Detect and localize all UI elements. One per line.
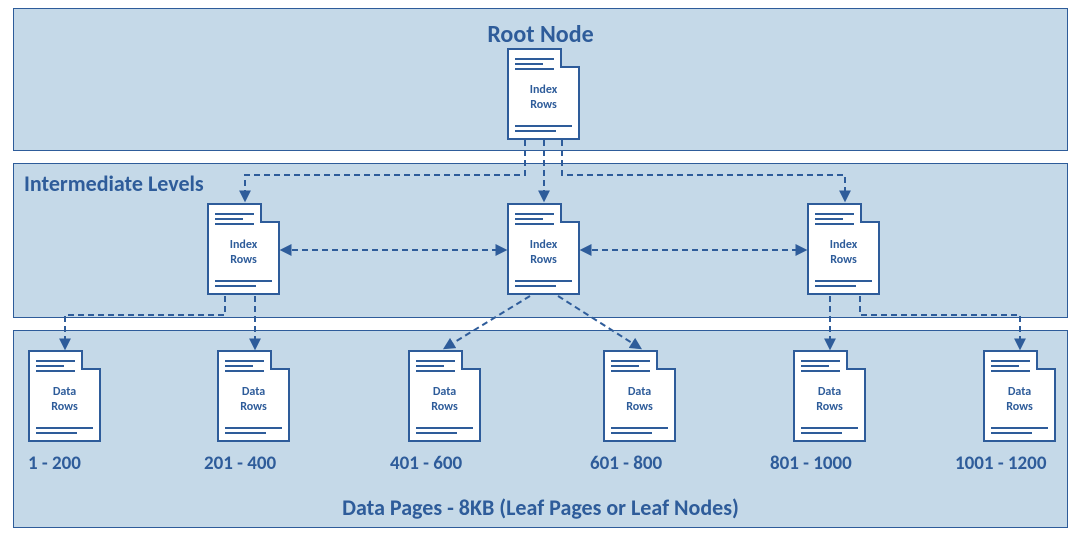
range-6: 1001 - 1200	[955, 452, 1046, 475]
range-3: 401 - 600	[390, 452, 462, 475]
leaf-page-3: DataRows	[408, 350, 481, 442]
range-1: 1 - 200	[28, 452, 81, 475]
leaf-level: Data Pages - 8KB (Leaf Pages or Leaf Nod…	[13, 330, 1068, 528]
leaf-page-4: DataRows	[603, 350, 676, 442]
intermediate-page-1: IndexRows	[207, 203, 280, 295]
page-label: Index Rows	[515, 70, 572, 125]
root-title: Root Node	[487, 20, 593, 49]
leaf-title: Data Pages - 8KB (Leaf Pages or Leaf Nod…	[342, 494, 739, 521]
intermediate-page-2: IndexRows	[507, 203, 580, 295]
range-4: 601 - 800	[590, 452, 662, 475]
root-page: Index Rows	[507, 48, 580, 140]
leaf-page-6: DataRows	[983, 350, 1056, 442]
range-2: 201 - 400	[204, 452, 276, 475]
leaf-page-2: DataRows	[217, 350, 290, 442]
leaf-page-5: DataRows	[793, 350, 866, 442]
intermediate-page-3: IndexRows	[807, 203, 880, 295]
leaf-page-1: DataRows	[28, 350, 101, 442]
intermediate-title: Intermediate Levels	[24, 170, 204, 197]
range-5: 801 - 1000	[770, 452, 852, 475]
